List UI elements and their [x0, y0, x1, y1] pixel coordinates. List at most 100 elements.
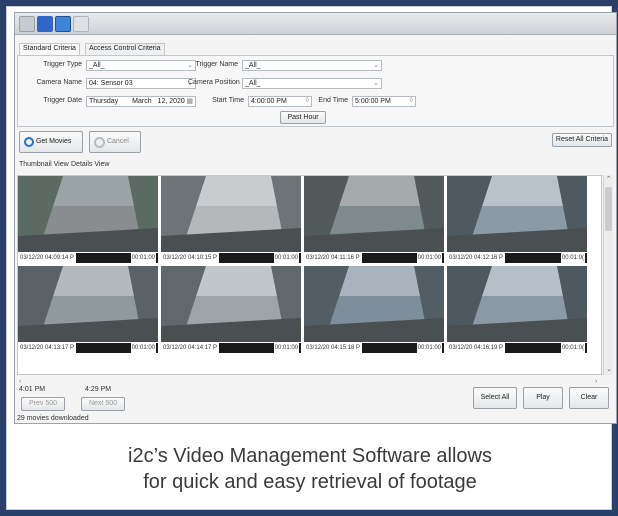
page-frame: Standard Criteria Access Control Criteri…	[0, 0, 618, 516]
start-time-value: 4:00:00 PM	[251, 98, 287, 105]
thumbnail-grid: 03/12/20 04:09:14 P 00:01:00 03/12/20 04:1…	[17, 175, 602, 375]
thumbnail-duration: 00:01:00	[273, 343, 299, 353]
next-page-button[interactable]: Next 500	[81, 397, 125, 411]
criteria-panel: Trigger Type _All_ ⌄ Trigger Name _All_ ⌄ …	[17, 55, 614, 127]
toolbar	[15, 13, 616, 35]
spinner-icon[interactable]: ◊	[306, 97, 309, 104]
thumbnail-image	[447, 266, 587, 342]
thumbnail-duration: 00:01:00	[273, 253, 299, 263]
content-card: Standard Criteria Access Control Criteri…	[6, 6, 617, 510]
thumbnail-timestamp: 03/12/20 04:11:16 P	[304, 253, 362, 263]
scroll-right-arrow[interactable]: ›	[595, 378, 597, 385]
thumbnail-timestamp: 03/12/20 04:14:17 P	[161, 343, 220, 353]
camera-name-value: 04: Sensor 03	[89, 80, 133, 87]
play-button[interactable]: Play	[523, 387, 563, 409]
trigger-date-month: March	[132, 98, 152, 105]
trigger-type-label: Trigger Type	[43, 61, 82, 68]
thumbnail-caption: 03/12/20 04:16:19 P 00:01:0(	[447, 343, 587, 353]
thumbnail-duration: 00:01:00	[416, 343, 442, 353]
thumbnail-image	[18, 176, 158, 252]
chevron-down-icon: ⌄	[373, 80, 379, 87]
trigger-type-value: _All_	[89, 62, 105, 69]
trigger-date-label: Trigger Date	[43, 97, 82, 104]
trigger-type-select[interactable]: _All_ ⌄	[86, 60, 196, 71]
vertical-scrollbar[interactable]: ⌃ ⌄	[603, 175, 613, 375]
app-window: Standard Criteria Access Control Criteri…	[14, 12, 617, 424]
get-movies-label: Get Movies	[35, 138, 72, 145]
cancel-button[interactable]: Cancel	[89, 131, 141, 153]
cancel-label: Cancel	[106, 138, 129, 145]
thumbnail-duration: 00:01:00	[130, 343, 156, 353]
tab-standard-criteria[interactable]: Standard Criteria	[19, 43, 80, 55]
thumbnail-tile[interactable]	[304, 266, 444, 342]
select-all-button[interactable]: Select All	[473, 387, 517, 409]
tab-thumbnail-view[interactable]: Thumbnail View	[19, 161, 69, 168]
camera-position-value: _All_	[245, 80, 261, 87]
scroll-up-arrow[interactable]: ⌃	[604, 175, 613, 183]
magnifier-icon	[24, 137, 34, 147]
grid-icon[interactable]	[73, 16, 89, 32]
scroll-down-arrow[interactable]: ⌄	[604, 365, 614, 373]
thumbnail-timestamp: 03/12/20 04:13:17 P	[18, 343, 77, 353]
thumbnail-duration: 00:01:0(	[560, 343, 585, 353]
cancel-icon	[94, 136, 105, 148]
scroll-left-arrow[interactable]: ‹	[19, 378, 21, 385]
thumbnail-tile[interactable]	[18, 176, 158, 252]
range-end: 4:29 PM	[85, 386, 112, 393]
thumbnail-tile[interactable]	[304, 176, 444, 252]
thumbnail-tile[interactable]	[161, 176, 301, 252]
calendar-icon[interactable]: ▦	[186, 97, 193, 105]
thumbnail-image	[161, 176, 301, 252]
thumbnail-timestamp: 03/12/20 04:15:18 P	[304, 343, 363, 353]
range-start: 4:01 PM	[19, 386, 46, 393]
clear-button[interactable]: Clear	[569, 387, 609, 409]
tab-details-view[interactable]: Details View	[71, 161, 109, 168]
trigger-name-select[interactable]: _All_ ⌄	[242, 60, 382, 71]
thumbnail-caption: 03/12/20 04:09:14 P 00:01:00	[18, 253, 158, 263]
thumbnail-duration: 00:01:00	[416, 253, 442, 263]
thumbnail-image	[304, 176, 444, 252]
thumbnail-timestamp: 03/12/20 04:09:14 P	[18, 253, 77, 263]
thumbnail-tile[interactable]	[447, 176, 587, 252]
status-text: 29 movies downloaded	[17, 415, 89, 422]
thumbnail-timestamp: 03/12/20 04:16:19 P	[447, 343, 506, 353]
end-time-label: End Time	[318, 97, 348, 104]
trigger-date-weekday: Thursday	[89, 98, 119, 105]
thumbnail-duration: 00:01:00	[130, 253, 156, 263]
chevron-down-icon: ⌄	[373, 62, 379, 69]
thumbnail-tile[interactable]	[18, 266, 158, 342]
caption-line-2: for quick and easy retrieval of footage	[143, 471, 477, 493]
thumbnail-tile[interactable]	[447, 266, 587, 342]
tab-access-control-criteria[interactable]: Access Control Criteria	[85, 43, 165, 55]
thumbnail-image	[447, 176, 587, 252]
camera-name-select[interactable]: 04: Sensor 03 ⌄	[86, 78, 196, 89]
prev-page-button[interactable]: Prev 500	[21, 397, 65, 411]
thumbnail-caption: 03/12/20 04:12:16 P 00:01:0(	[447, 253, 587, 263]
past-hour-button[interactable]: Past Hour	[280, 111, 326, 124]
trigger-name-value: _All_	[245, 62, 261, 69]
thumbnail-image	[161, 266, 301, 342]
caption-line-1: i2c’s Video Management Software allows	[128, 445, 492, 467]
monitor-icon[interactable]	[55, 16, 71, 32]
back-icon[interactable]	[19, 16, 35, 32]
reset-all-criteria-button[interactable]: Reset All Criteria	[552, 133, 612, 147]
wand-icon[interactable]	[37, 16, 53, 32]
thumbnail-caption: 03/12/20 04:15:18 P 00:01:00	[304, 343, 444, 353]
start-time-label: Start Time	[212, 97, 244, 104]
end-time-value: 5:00:00 PM	[355, 98, 391, 105]
thumbnail-timestamp: 03/12/20 04:10:15 P	[161, 253, 220, 263]
thumbnail-tile[interactable]	[161, 266, 301, 342]
get-movies-button[interactable]: Get Movies	[19, 131, 83, 153]
scroll-thumb[interactable]	[605, 187, 612, 231]
start-time-input[interactable]: 4:00:00 PM ◊	[248, 96, 312, 107]
camera-position-select[interactable]: _All_ ⌄	[242, 78, 382, 89]
spinner-icon[interactable]: ◊	[410, 97, 413, 104]
trigger-name-label: Trigger Name	[195, 61, 238, 68]
thumbnail-caption: 03/12/20 04:13:17 P 00:01:00	[18, 343, 158, 353]
end-time-input[interactable]: 5:00:00 PM ◊	[352, 96, 416, 107]
thumbnail-duration: 00:01:0(	[560, 253, 585, 263]
trigger-date-picker[interactable]: Thursday March 12, 2020 ▦	[86, 96, 196, 107]
thumbnail-image	[304, 266, 444, 342]
thumbnail-caption: 03/12/20 04:10:15 P 00:01:00	[161, 253, 301, 263]
camera-position-label: Camera Position	[188, 79, 240, 86]
